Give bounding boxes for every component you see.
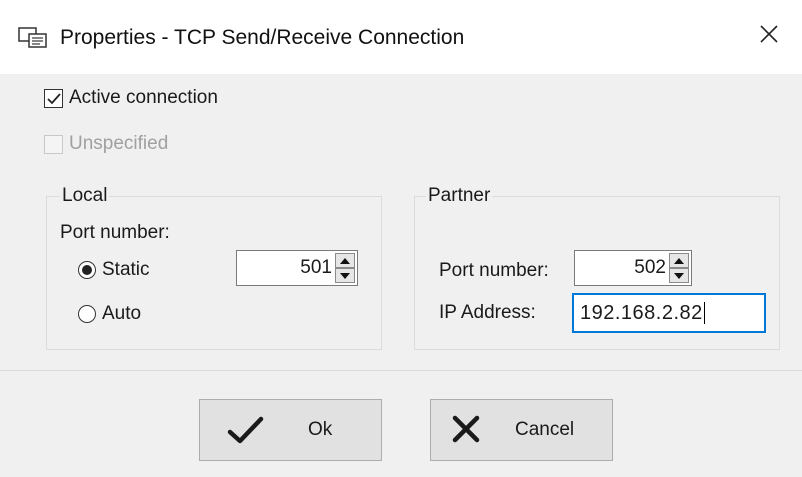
auto-label: Auto [102,303,142,324]
radio-button[interactable] [78,305,96,323]
local-port-value[interactable]: 501 [237,257,335,279]
radio-button[interactable] [78,261,96,279]
checkmark-icon [47,92,61,104]
ip-address-input[interactable]: 192.168.2.82 [572,293,766,333]
unspecified-label: Unspecified [69,133,169,154]
ip-address-label: IP Address: [439,302,536,323]
static-label: Static [102,259,150,280]
cancel-button[interactable]: Cancel [430,399,613,461]
local-group-label: Local [60,185,110,207]
arrow-up-icon [674,257,684,264]
title-bar: Properties - TCP Send/Receive Connection [0,0,802,74]
active-connection-label: Active connection [69,87,218,108]
decrement-button[interactable] [335,268,355,283]
partner-port-number-label: Port number: [439,260,549,281]
checkbox-box [44,134,63,154]
ok-button[interactable]: Ok [199,399,382,461]
x-icon [451,414,481,446]
close-icon [759,24,779,50]
unspecified-checkbox: Unspecified [44,133,168,155]
increment-button[interactable] [669,253,689,268]
arrow-down-icon [340,272,350,279]
arrow-up-icon [340,257,350,264]
partner-group-label: Partner [426,185,493,207]
local-port-stepper[interactable]: 501 [236,250,358,286]
window-title: Properties - TCP Send/Receive Connection [60,26,465,49]
partner-port-stepper[interactable]: 502 [574,250,692,286]
arrow-down-icon [674,272,684,279]
ip-address-value: 192.168.2.82 [580,301,703,324]
static-radio[interactable]: Static [78,259,150,281]
partner-port-value[interactable]: 502 [575,257,669,279]
dialog-footer [0,370,802,477]
decrement-button[interactable] [669,268,689,283]
checkbox-box[interactable] [44,88,63,108]
checkmark-icon [226,414,266,446]
text-caret [703,302,705,324]
local-port-number-label: Port number: [60,222,170,243]
active-connection-checkbox[interactable]: Active connection [44,87,218,109]
increment-button[interactable] [335,253,355,268]
properties-window-icon [18,26,48,50]
auto-radio[interactable]: Auto [78,303,141,325]
cancel-label: Cancel [515,419,575,440]
close-button[interactable] [744,14,794,60]
ok-label: Ok [308,419,333,440]
